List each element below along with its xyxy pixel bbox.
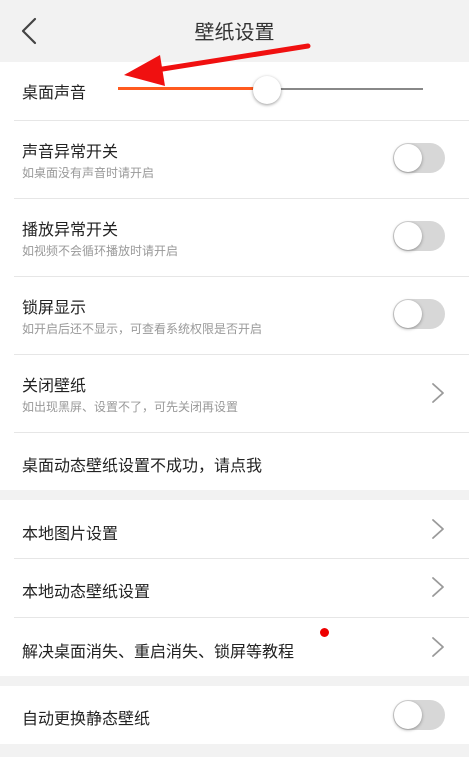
row-subtitle: 如桌面没有声音时请开启 bbox=[22, 166, 155, 180]
auto-change-toggle[interactable] bbox=[393, 700, 445, 730]
header-bar: 壁纸设置 bbox=[0, 0, 469, 62]
chevron-right-icon bbox=[432, 637, 444, 657]
row-tutorial[interactable]: 解决桌面消失、重启消失、锁屏等教程 bbox=[0, 617, 469, 676]
lockscreen-toggle[interactable] bbox=[393, 299, 445, 329]
row-title: 自动更换静态壁纸 bbox=[22, 709, 151, 728]
page-title: 壁纸设置 bbox=[194, 20, 275, 44]
row-desktop-sound: 桌面声音 bbox=[0, 62, 469, 120]
row-playback-error-switch[interactable]: 播放异常开关 如视频不会循环播放时请开启 bbox=[0, 198, 469, 276]
row-title: 桌面声音 bbox=[22, 83, 87, 102]
row-subtitle: 如开启后还不显示，可查看系统权限是否开启 bbox=[22, 322, 263, 336]
volume-slider-fill bbox=[118, 87, 268, 90]
row-subtitle: 如视频不会循环播放时请开启 bbox=[22, 244, 179, 258]
row-title: 锁屏显示 bbox=[22, 298, 87, 317]
chevron-right-icon bbox=[432, 577, 444, 597]
playback-error-toggle[interactable] bbox=[393, 221, 445, 251]
row-title: 关闭壁纸 bbox=[22, 376, 87, 395]
row-subtitle: 如出现黑屏、设置不了，可先关闭再设置 bbox=[22, 400, 239, 414]
row-local-live-wallpaper[interactable]: 本地动态壁纸设置 bbox=[0, 558, 469, 617]
row-close-wallpaper[interactable]: 关闭壁纸 如出现黑屏、设置不了，可先关闭再设置 bbox=[0, 354, 469, 432]
red-dot-badge bbox=[320, 628, 329, 637]
sound-error-toggle[interactable] bbox=[393, 143, 445, 173]
row-setup-failed-help[interactable]: 桌面动态壁纸设置不成功，请点我 bbox=[0, 432, 469, 490]
row-title: 本地图片设置 bbox=[22, 524, 119, 543]
auto-change-section: 自动更换静态壁纸 bbox=[0, 686, 469, 744]
row-title: 声音异常开关 bbox=[22, 142, 119, 161]
row-title: 本地动态壁纸设置 bbox=[22, 582, 151, 601]
row-auto-change-wallpaper[interactable]: 自动更换静态壁纸 bbox=[0, 686, 469, 744]
row-title: 播放异常开关 bbox=[22, 220, 119, 239]
row-title: 桌面动态壁纸设置不成功，请点我 bbox=[22, 456, 263, 475]
chevron-right-icon bbox=[432, 383, 444, 403]
row-local-image-settings[interactable]: 本地图片设置 bbox=[0, 500, 469, 558]
toggle-knob bbox=[394, 222, 422, 250]
toggle-knob bbox=[394, 144, 422, 172]
chevron-right-icon bbox=[432, 519, 444, 539]
toggle-knob bbox=[394, 701, 422, 729]
row-title: 解决桌面消失、重启消失、锁屏等教程 bbox=[22, 642, 295, 661]
toggle-knob bbox=[394, 300, 422, 328]
local-section: 本地图片设置 本地动态壁纸设置 解决桌面消失、重启消失、锁屏等教程 bbox=[0, 500, 469, 676]
row-lockscreen-display[interactable]: 锁屏显示 如开启后还不显示，可查看系统权限是否开启 bbox=[0, 276, 469, 354]
row-sound-error-switch[interactable]: 声音异常开关 如桌面没有声音时请开启 bbox=[0, 120, 469, 198]
settings-section: 桌面声音 声音异常开关 如桌面没有声音时请开启 播放异常开关 如视频不会循环播放… bbox=[0, 62, 469, 490]
